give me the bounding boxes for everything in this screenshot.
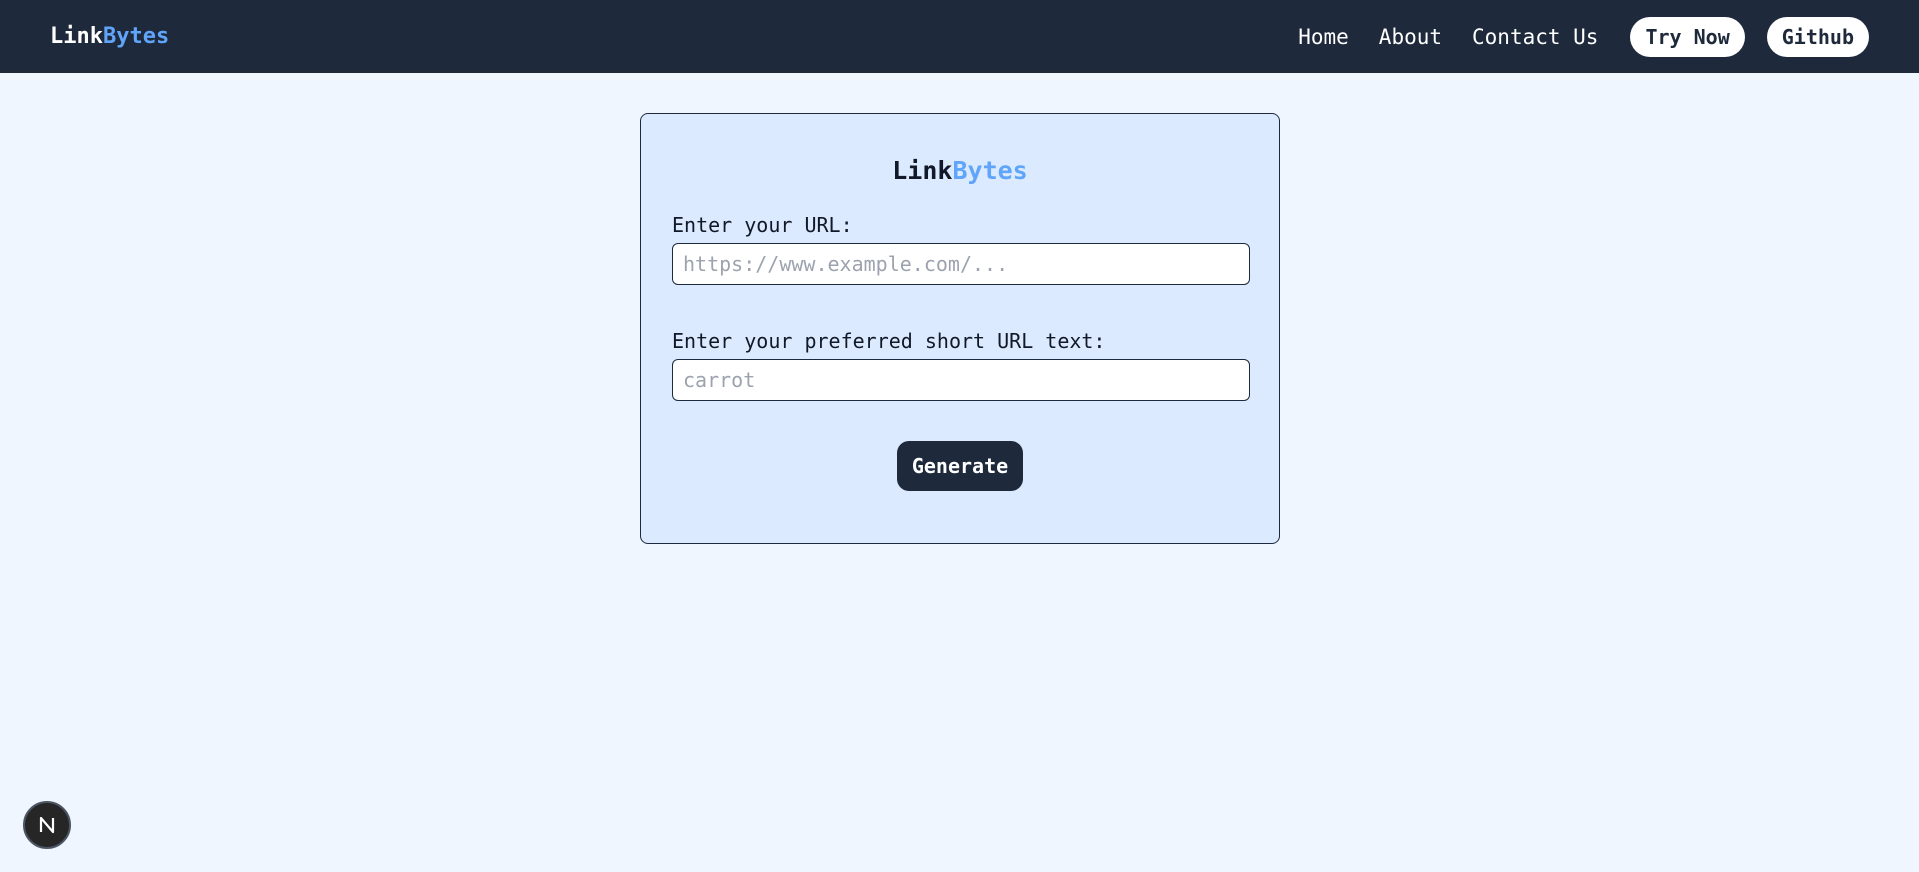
generate-wrap: Generate [672,441,1248,491]
card-title: LinkBytes [672,156,1248,185]
try-now-button[interactable]: Try Now [1630,16,1745,57]
nav-link-home[interactable]: Home [1298,25,1349,49]
navbar: LinkBytes Home About Contact Us Try Now … [0,0,1919,73]
nav-link-about[interactable]: About [1379,25,1442,49]
nav-right: Home About Contact Us Try Now Github [1268,16,1869,57]
generate-button[interactable]: Generate [897,441,1023,491]
card-title-bytes: Bytes [952,156,1028,185]
card-title-link: Link [892,156,953,185]
brand-logo[interactable]: LinkBytes [50,24,169,49]
url-label: Enter your URL: [672,213,853,237]
github-button[interactable]: Github [1766,16,1869,57]
nav-links: Home About Contact Us [1268,25,1598,49]
url-input[interactable] [672,243,1250,285]
short-url-input[interactable] [672,359,1250,401]
shortener-card: LinkBytes Enter your URL: Enter your pre… [640,113,1280,544]
short-url-label: Enter your preferred short URL text: [672,329,1106,353]
nav-link-contact-us[interactable]: Contact Us [1472,25,1598,49]
logo-text-bytes: Bytes [102,24,170,49]
nextjs-logo-icon [39,816,55,834]
logo-text-link: Link [50,24,103,49]
nextjs-dev-badge[interactable] [23,801,71,849]
